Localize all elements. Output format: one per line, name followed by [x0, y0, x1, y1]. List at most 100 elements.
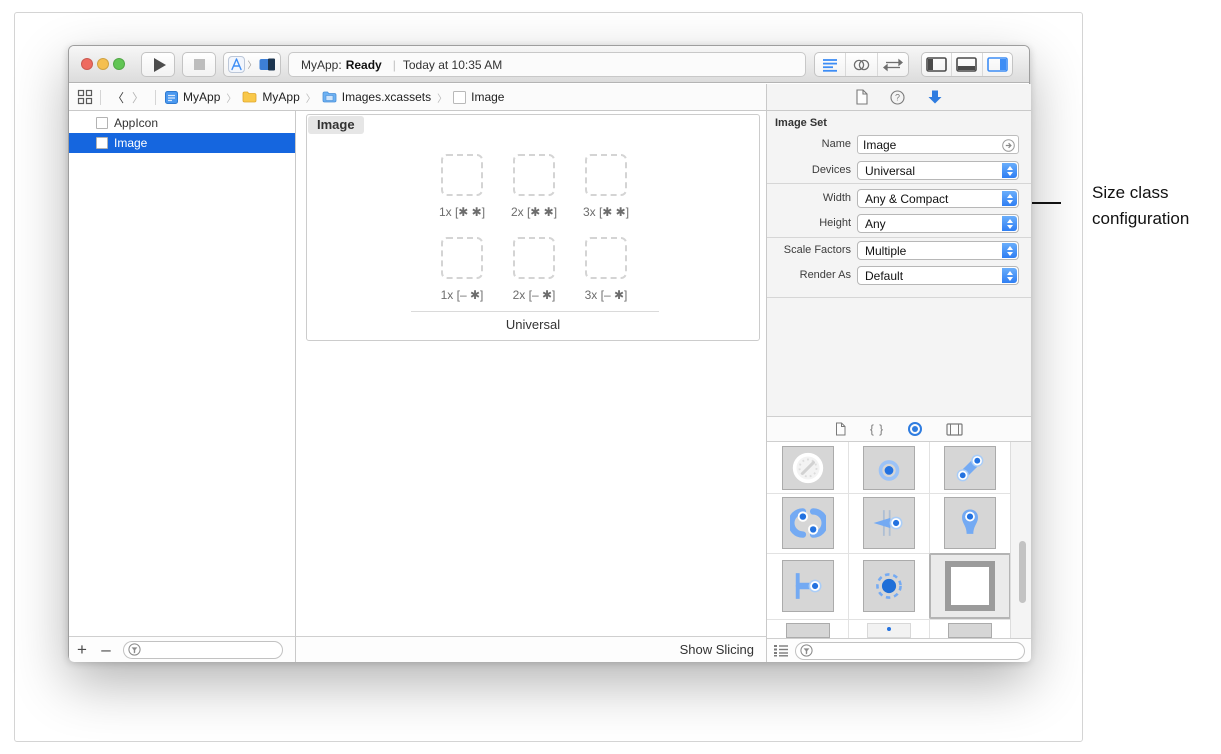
- popup-chevrons-icon: [1002, 268, 1017, 283]
- well-label: 3x [– ✱]: [561, 288, 651, 302]
- project-icon: [165, 91, 178, 104]
- library-item-swirl[interactable]: [767, 493, 848, 553]
- activity-viewer: MyApp: Ready | Today at 10:35 AM: [288, 52, 806, 77]
- minimize-window-button[interactable]: [97, 58, 109, 70]
- image-well-3x-any[interactable]: [585, 154, 627, 196]
- xcode-app-icon: [228, 56, 245, 73]
- library-item-pin[interactable]: [929, 493, 1011, 553]
- list-view-icon[interactable]: [773, 644, 789, 657]
- image-well-2x-compact[interactable]: [513, 237, 555, 279]
- media-library-tab[interactable]: [946, 423, 963, 436]
- scale-factors-popup[interactable]: Multiple: [857, 241, 1019, 260]
- library-item-partial[interactable]: [767, 619, 848, 638]
- popup-chevrons-icon: [1002, 216, 1017, 231]
- library-item-partial[interactable]: [929, 619, 1011, 638]
- render-as-popup[interactable]: Default: [857, 266, 1019, 285]
- devices-popup[interactable]: Universal: [857, 161, 1019, 180]
- assistant-editor-button[interactable]: [845, 53, 876, 76]
- toggle-debug-area-button[interactable]: [951, 53, 981, 76]
- list-item-image[interactable]: Image: [69, 133, 295, 153]
- image-set-tag: Image: [308, 116, 364, 134]
- version-editor-button[interactable]: [877, 53, 908, 76]
- library-scrollbar[interactable]: [1019, 541, 1026, 603]
- library-item-connection[interactable]: [929, 442, 1011, 493]
- media-library-grid: [767, 442, 1011, 638]
- library-item-point[interactable]: [848, 442, 929, 493]
- quick-help-tab[interactable]: ?: [890, 90, 905, 105]
- toggle-inspector-button[interactable]: [982, 53, 1012, 76]
- image-well-2x-any[interactable]: [513, 154, 555, 196]
- remove-button[interactable]: –: [95, 640, 117, 660]
- name-field[interactable]: [857, 135, 1019, 154]
- filter-icon: [128, 643, 141, 656]
- breadcrumb-separator: 〉: [437, 90, 447, 105]
- breadcrumb-image-set[interactable]: Image: [453, 90, 504, 104]
- add-button[interactable]: +: [69, 640, 95, 660]
- image-well-3x-compact[interactable]: [585, 237, 627, 279]
- navigate-arrow-icon[interactable]: [1002, 139, 1015, 152]
- navigator-filter-input[interactable]: [141, 643, 278, 657]
- divider: [411, 311, 659, 312]
- devices-row: Devices Universal: [767, 161, 1031, 180]
- attributes-inspector-tab[interactable]: [927, 89, 943, 105]
- library-item-compass[interactable]: [767, 442, 848, 493]
- width-row: Width Any & Compact: [767, 189, 1031, 208]
- image-set-icon: [96, 137, 108, 149]
- toolbar: 〉 MyApp: Ready | Today at 10:35 AM: [69, 46, 1029, 83]
- popup-chevrons-icon: [1002, 191, 1017, 206]
- status-state: Ready: [346, 58, 382, 72]
- run-button[interactable]: [141, 52, 175, 77]
- divider: [767, 297, 1031, 298]
- universal-group-label: Universal: [307, 317, 759, 332]
- version-editor-icon: [883, 58, 903, 72]
- view-toggle-group: [921, 52, 1013, 77]
- debug-panel-icon: [956, 57, 977, 72]
- code-snippets-tab[interactable]: { }: [870, 422, 884, 436]
- editor-mode-group: [814, 52, 909, 77]
- toggle-navigator-button[interactable]: [922, 53, 951, 76]
- navigator-panel-icon: [926, 57, 947, 72]
- library-item-anchor[interactable]: [767, 553, 848, 619]
- file-inspector-tab[interactable]: [855, 89, 868, 105]
- library-item-partial[interactable]: [848, 619, 929, 638]
- library-item-arrow-point[interactable]: [848, 493, 929, 553]
- navigator-filter-field[interactable]: [123, 641, 283, 659]
- asset-list: AppIcon Image: [69, 111, 296, 636]
- breadcrumb-asset-catalog[interactable]: Images.xcassets: [322, 90, 431, 104]
- stop-button[interactable]: [182, 52, 216, 77]
- figure: 〉 MyApp: Ready | Today at 10:35 AM: [0, 0, 1221, 754]
- stop-icon: [194, 59, 205, 70]
- status-time: Today at 10:35 AM: [403, 58, 502, 72]
- object-library-tab[interactable]: [908, 422, 922, 436]
- show-slicing-button[interactable]: Show Slicing: [680, 642, 754, 657]
- image-well-1x-any[interactable]: [441, 154, 483, 196]
- height-popup[interactable]: Any: [857, 214, 1019, 233]
- close-window-button[interactable]: [81, 58, 93, 70]
- width-popup[interactable]: Any & Compact: [857, 189, 1019, 208]
- divider: [767, 183, 1031, 184]
- jump-bar: 〈 〉 MyApp 〉 MyApp 〉 Images: [69, 84, 767, 111]
- list-item-appicon[interactable]: AppIcon: [69, 113, 295, 133]
- zoom-window-button[interactable]: [113, 58, 125, 70]
- library-item-image-selected[interactable]: [929, 553, 1011, 619]
- callout-label: Size class configuration: [1092, 180, 1220, 232]
- back-button[interactable]: 〈: [108, 89, 128, 106]
- well-label: 3x [✱ ✱]: [561, 205, 651, 219]
- standard-editor-button[interactable]: [815, 53, 845, 76]
- image-set-card: Image 1x [✱ ✱] 2x [✱ ✱] 3x [✱ ✱] 1x [– ✱…: [306, 114, 760, 341]
- library-item-dashed-circle[interactable]: [848, 553, 929, 619]
- library-filter-field[interactable]: [795, 642, 1025, 660]
- attributes-inspector: Image Set Name Devices Universal: [767, 111, 1031, 662]
- image-well-1x-compact[interactable]: [441, 237, 483, 279]
- name-input[interactable]: [863, 137, 983, 152]
- library-filter-input[interactable]: [813, 644, 1020, 658]
- scheme-selector[interactable]: 〉: [223, 52, 281, 77]
- breadcrumb-project[interactable]: MyApp: [165, 90, 220, 104]
- standard-editor-icon: [821, 58, 839, 72]
- breadcrumb-group[interactable]: MyApp: [242, 90, 299, 104]
- divider: [100, 90, 101, 105]
- filter-icon: [800, 644, 813, 657]
- related-items-icon[interactable]: [77, 89, 93, 105]
- forward-button[interactable]: 〉: [128, 89, 148, 106]
- file-templates-tab[interactable]: [835, 422, 846, 436]
